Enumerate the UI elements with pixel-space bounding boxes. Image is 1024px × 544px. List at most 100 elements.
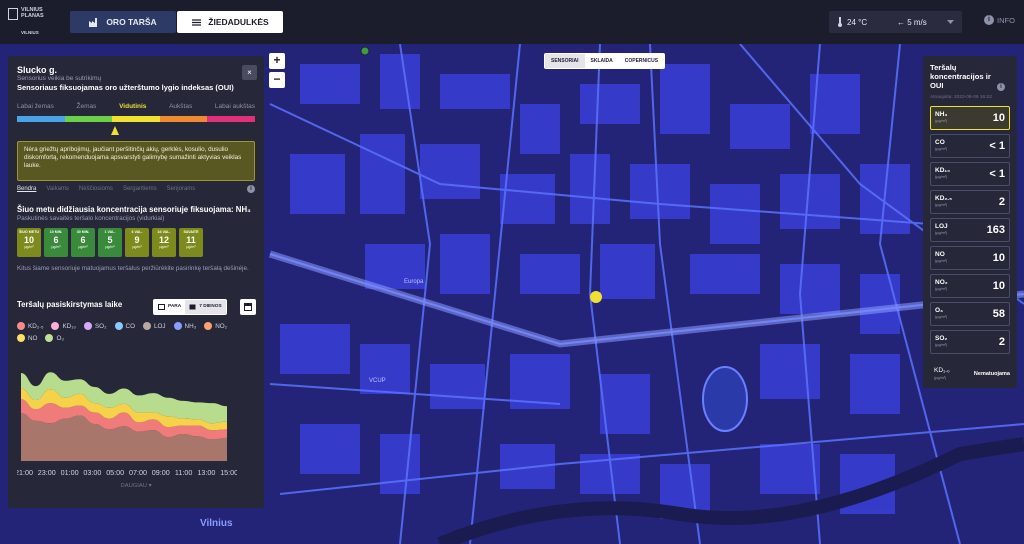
vilnius-planas-logo[interactable]: VILNIUS PLANAS VILNIUS (8, 6, 52, 38)
legend-item[interactable]: LOJ (142, 322, 166, 330)
legend-item[interactable]: CO (114, 322, 135, 330)
concentration-title: Šiuo metu didžiausia koncentracija senso… (17, 205, 251, 214)
tab-seniors[interactable]: Senjorams (167, 186, 196, 192)
legend-swatch (83, 322, 92, 330)
legend-item[interactable]: SO₂ (83, 322, 107, 330)
sensor-marker-green[interactable] (360, 46, 370, 56)
pollutant-value: < 1 (989, 168, 1005, 180)
pollutant-row[interactable]: NO (µg/m³) 10 (930, 246, 1010, 270)
legend-label: LOJ (153, 322, 166, 330)
tab-dispersion[interactable]: SKLAIDA (585, 54, 619, 68)
pollutant-row[interactable]: KD₁₀ (µg/m³) < 1 (930, 162, 1010, 186)
tile-value: 12 (158, 235, 169, 245)
pollutant-value: 10 (992, 112, 1005, 124)
zoom-out-button[interactable]: − (269, 72, 285, 88)
tile-unit: µg/m³ (186, 245, 196, 249)
pollutant-name: CO (µg/m³) (935, 139, 948, 151)
legend-item[interactable]: KD₁₀ (51, 322, 76, 330)
chevron-down-icon (947, 19, 954, 24)
pollutant-value: 163 (986, 224, 1005, 236)
stadium (702, 366, 748, 432)
legend-label: NH₃ (184, 322, 197, 330)
logo-mark (8, 8, 18, 20)
tile-unit: µg/m³ (24, 245, 34, 249)
level-segment (159, 116, 208, 122)
legend-item[interactable]: NH₃ (173, 322, 197, 330)
tab-pregnant[interactable]: Nėščiosioms (79, 186, 113, 192)
pollutant-row[interactable]: LOJ (µg/m³) 163 (930, 218, 1010, 242)
sensor-status: Sensorius veikia be sutrikimų (17, 75, 102, 82)
pollen-icon (192, 18, 202, 26)
level-label: Labai žemas (17, 103, 54, 110)
tile-value: 6 (80, 235, 86, 245)
tile-label: 10 MIN. (49, 230, 63, 234)
pollutant-area-chart[interactable]: 21:00 23:00 01:00 03:00 05:00 07:00 09:00 11:00… (17, 351, 237, 479)
index-title: Sensoriaus fiksuojamas oro užterštumo ly… (17, 83, 234, 92)
chevron-down-icon: ▾ (148, 483, 152, 489)
level-segment (17, 116, 65, 122)
tile-value: 6 (53, 235, 59, 245)
info-icon[interactable]: i (247, 185, 255, 193)
pollutant-list: NH₃ (µg/m³) 10 CO (µg/m³) < 1 KD₁₀ (µg/m³) < 1 KD… (930, 106, 1010, 354)
more-button[interactable]: DAUGIAU ▾ (8, 483, 264, 489)
pollutant-row[interactable]: O₃ (µg/m³) 58 (930, 302, 1010, 326)
not-measured-name: KD₁.₀ (µg/m³) (934, 367, 950, 380)
pollutant-row[interactable]: NH₃ (µg/m³) 10 (930, 106, 1010, 130)
range-week-button[interactable]: 7 DIENOS (185, 300, 226, 314)
logo-text: VILNIUS PLANAS (21, 7, 44, 19)
legend-swatch (173, 322, 182, 330)
level-label: Labai aukštas (214, 103, 255, 110)
level-labels: Labai žemas Žemas Vidutinis Aukštas Laba… (17, 103, 255, 110)
source-tabs: SENSORIAI SKLAIDA COPERNICUS (544, 53, 666, 69)
temperature-value: 24 °C (847, 17, 868, 27)
map-label-europa: Europa (404, 279, 424, 285)
avg-tile: ŠIUO METU 10 µg/m³ (17, 228, 41, 257)
legend-item[interactable]: KD₂.₅ (17, 322, 43, 330)
legend-swatch (51, 322, 60, 330)
avg-tile: 1 VAL. 5 µg/m³ (98, 228, 122, 257)
pollutant-name: LOJ (µg/m³) (935, 223, 948, 235)
pollutant-row[interactable]: KD₂.₅ (µg/m³) 2 (930, 190, 1010, 214)
range-week-label: 7 DIENOS (199, 304, 222, 309)
legend-label: O₃ (56, 334, 64, 342)
concentrations-title: Teršalų koncentracijos ir OUI (930, 63, 991, 90)
pollutant-name: KD₁₀ (µg/m³) (935, 167, 951, 179)
pollutant-row[interactable]: SO₂ (µg/m³) 2 (930, 330, 1010, 354)
legend-item[interactable]: O₃ (45, 334, 64, 342)
sensor-marker[interactable] (590, 291, 602, 303)
legend-item[interactable]: NO₂ (204, 322, 227, 330)
tab-general[interactable]: Bendra (17, 186, 36, 192)
calendar-day-icon (158, 304, 165, 310)
close-button[interactable]: × (242, 65, 257, 80)
level-segment (207, 116, 255, 122)
calendar-button[interactable] (240, 299, 256, 315)
tab-sensors[interactable]: SENSORIAI (545, 54, 585, 68)
sensor-title: Slucko g. (17, 65, 58, 75)
zoom-in-button[interactable]: + (269, 53, 285, 69)
legend-item[interactable]: NO (17, 334, 37, 342)
legend-label: NO (28, 334, 38, 342)
range-day-button[interactable]: PARA (154, 300, 185, 314)
tab-children[interactable]: Vaikams (46, 186, 69, 192)
range-day-label: PARA (168, 304, 182, 309)
tab-air-pollution[interactable]: ORO TARŠA (70, 11, 176, 33)
pollutant-row[interactable]: NO₂ (µg/m³) 10 (930, 274, 1010, 298)
tab-copernicus[interactable]: COPERNICUS (619, 54, 664, 68)
level-segment (112, 116, 160, 122)
not-measured-value: Nematuojama (973, 371, 1010, 377)
tile-value: 11 (186, 235, 196, 245)
pollutant-row[interactable]: CO (µg/m³) < 1 (930, 134, 1010, 158)
group-tabs: Bendra Vaikams Nėščiosioms Sergantiems S… (17, 185, 255, 193)
sensor-panel: Slucko g. Sensorius veikia be sutrikimų … (8, 56, 264, 508)
x-tick-label: 15:00 (220, 468, 237, 477)
x-tick-label: 11:00 (175, 468, 192, 477)
weather-widget[interactable]: 24 °C ← 5 m/s (829, 11, 962, 33)
tile-unit: µg/m³ (159, 245, 169, 249)
pollutant-name: NO (µg/m³) (935, 251, 948, 263)
info-button[interactable]: i INFO (984, 15, 1015, 25)
tab-pollen[interactable]: ŽIEDADULKĖS (177, 11, 283, 33)
tab-sick[interactable]: Sergantiems (123, 186, 157, 192)
map-label-vcup: VCUP (369, 378, 386, 384)
x-tick-label: 03:00 (83, 468, 101, 477)
info-icon[interactable]: i (997, 83, 1005, 91)
